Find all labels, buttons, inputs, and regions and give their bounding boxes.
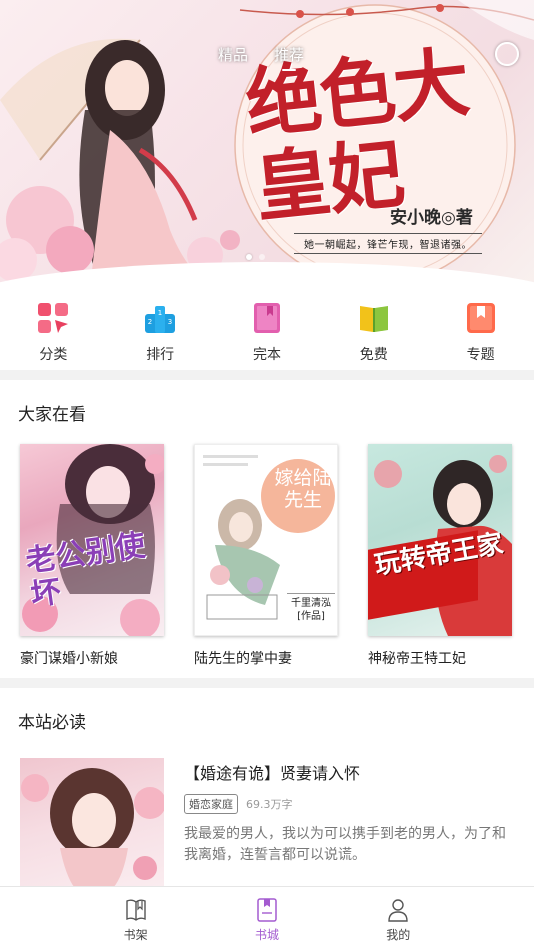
book-name: 神秘帝王特工妃 [368,651,466,667]
top-tab-bar: 精品 推荐 [218,44,304,71]
popular-section: 大家在看 老公别使坏 豪门谋婚小新娘 嫁给陆先生 千里清泓[作品] 陆先生的掌中… [0,380,534,678]
word-count: 69.3万字 [246,798,293,811]
nav-bookshelf[interactable]: 书架 [96,887,176,949]
must-read-section: 本站必读 【婚途有诡】贤妻请入怀 婚恋家庭 69.3万字 我最爱的男人，我以为可… [0,688,534,888]
svg-text:3: 3 [168,318,172,326]
nav-label: 我的 [386,928,411,942]
book-name: 豪门谋婚小新娘 [20,651,118,667]
carousel-dot [259,254,265,260]
cover-author: 千里清泓[作品] [287,593,335,623]
quick-nav-completed[interactable]: 完本 [227,302,307,370]
nav-label: 书城 [254,928,279,942]
book-card[interactable]: 玩转帝王家 神秘帝王特工妃 [368,444,512,668]
book-card[interactable]: 嫁给陆先生 千里清泓[作品] 陆先生的掌中妻 [194,444,338,668]
book-cover: 老公别使坏 [20,444,164,636]
banner-book-author: 安小晚◎著 [390,208,473,228]
topic-icon [466,303,495,333]
book-title: 【婚途有诡】贤妻请入怀 [184,764,361,783]
section-title: 本站必读 [18,713,86,733]
book-card[interactable]: 老公别使坏 豪门谋婚小新娘 [20,444,164,668]
genre-tag[interactable]: 婚恋家庭 [184,794,238,814]
svg-text:2: 2 [148,318,152,326]
book-name: 陆先生的掌中妻 [194,651,292,667]
cover-title: 嫁给陆先生 [274,467,332,511]
ranking-icon: 1 2 3 [145,306,176,333]
banner-book-tagline: 她一朝崛起，锋芒乍现，智退诸强。 [294,233,482,254]
tab-featured[interactable]: 精品 [218,44,248,71]
book-cover: 嫁给陆先生 千里清泓[作品] [194,444,338,636]
tab-recommended[interactable]: 推荐 [274,44,304,71]
cover-art [21,768,164,888]
section-title: 大家在看 [18,405,86,425]
quick-nav-category[interactable]: 分类 [13,302,93,370]
nav-bookstore[interactable]: 书城 [227,887,307,949]
quick-nav: 分类 1 2 3 排行 完本 免费 专题 [0,288,534,370]
quick-nav-label: 分类 [39,347,68,363]
profile-icon [388,899,409,922]
quick-nav-label: 免费 [359,347,388,363]
book-description: 我最爱的男人，我以为可以携手到老的男人，为了和我离婚，连誓言都可以说谎。 [184,826,506,863]
quick-nav-label: 排行 [146,347,175,363]
bottom-nav: 书架 书城 我的 [0,886,534,949]
bookstore-icon [257,898,277,922]
nav-label: 书架 [123,928,148,942]
svg-text:1: 1 [158,309,162,317]
category-icon [38,303,69,333]
carousel-dot [246,254,252,260]
search-icon[interactable] [495,42,519,66]
quick-nav-ranking[interactable]: 1 2 3 排行 [120,302,200,370]
list-item[interactable]: 【婚途有诡】贤妻请入怀 婚恋家庭 69.3万字 我最爱的男人，我以为可以携手到老… [20,758,514,888]
quick-nav-label: 专题 [466,347,495,363]
book-cover [20,758,164,888]
banner-carousel[interactable]: 绝色大皇妃 安小晚◎著 她一朝崛起，锋芒乍现，智退诸强。 精品 推荐 [0,0,534,288]
quick-nav-label: 完本 [252,347,281,363]
book-cover: 玩转帝王家 [368,444,512,636]
book-list: 老公别使坏 豪门谋婚小新娘 嫁给陆先生 千里清泓[作品] 陆先生的掌中妻 玩转帝… [20,444,512,668]
bookshelf-icon [125,899,146,921]
free-book-icon [359,306,388,332]
book-meta: 婚恋家庭 69.3万字 [184,794,293,814]
quick-nav-free[interactable]: 免费 [334,302,414,370]
completed-book-icon [253,303,280,333]
quick-nav-topic[interactable]: 专题 [441,302,521,370]
carousel-indicator [246,254,265,260]
nav-profile[interactable]: 我的 [358,887,438,949]
